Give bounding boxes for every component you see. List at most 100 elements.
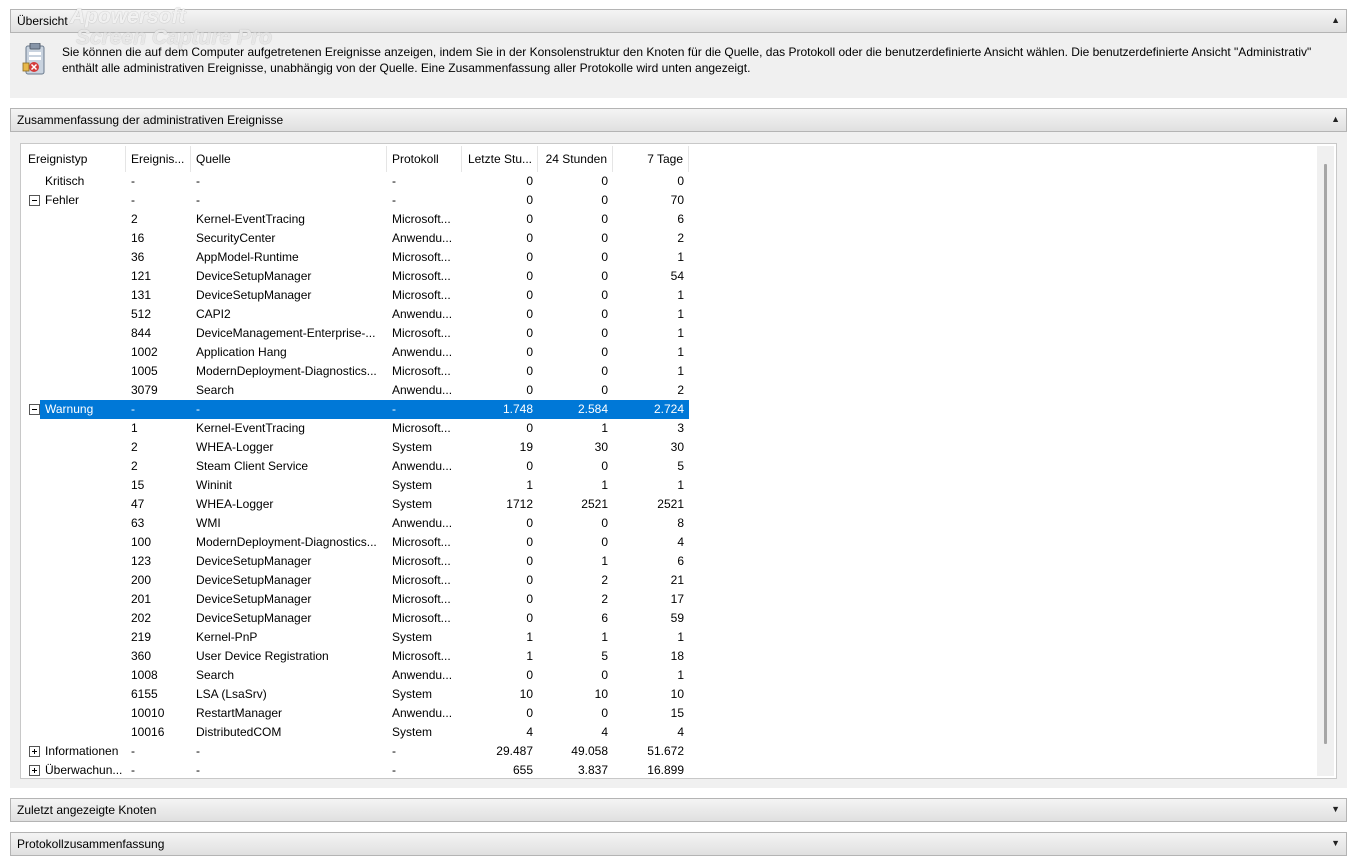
table-row[interactable]: 100 ModernDeployment-Diagnostics... Micros… xyxy=(23,533,689,552)
cell-id: 219 xyxy=(131,630,152,644)
cell-source: - xyxy=(196,402,200,416)
table-row[interactable]: 1005 ModernDeployment-Diagnostics... Micro… xyxy=(23,362,689,381)
column-header-ereignistyp[interactable]: Ereignistyp xyxy=(23,146,126,172)
cell-log: Anwendu... xyxy=(392,516,453,530)
cell-day: 0 xyxy=(601,326,608,340)
column-header-quelle[interactable]: Quelle xyxy=(191,146,387,172)
table-row[interactable]: Überwachun... - - -655 3.837 16.899 xyxy=(23,761,689,780)
cell-day: 0 xyxy=(601,516,608,530)
cell-source: Search xyxy=(196,668,235,682)
cell-day: 2.584 xyxy=(577,402,608,416)
summary-section-header[interactable]: Zusammenfassung der administrativen Erei… xyxy=(10,108,1347,132)
table-row[interactable]: 201 DeviceSetupManager Microsoft... 0 2 17 xyxy=(23,590,689,609)
cell-id: 100 xyxy=(131,535,152,549)
column-header-protokoll[interactable]: Protokoll xyxy=(387,146,462,172)
table-row[interactable]: 10016 DistributedCOM System 4 4 4 xyxy=(23,723,689,742)
cell-week: 2521 xyxy=(657,497,684,511)
column-header-ereignis-id[interactable]: Ereignis... xyxy=(126,146,191,172)
cell-id: 10010 xyxy=(131,706,165,720)
cell-week: 1 xyxy=(677,668,684,682)
cell-id: 6155 xyxy=(131,687,158,701)
log-summary-section-header[interactable]: Protokollzusammenfassung ▼ xyxy=(10,832,1347,856)
chevron-down-icon[interactable]: ▼ xyxy=(1331,804,1340,814)
table-row[interactable]: 512 CAPI2 Anwendu... 0 0 1 xyxy=(23,305,689,324)
cell-week: 2 xyxy=(677,383,684,397)
cell-id: - xyxy=(131,174,135,188)
table-row[interactable]: Kritisch - - - 0 0 0 xyxy=(23,172,689,191)
cell-week: 4 xyxy=(677,725,684,739)
cell-source: LSA (LsaSrv) xyxy=(196,687,267,701)
cell-id: 201 xyxy=(131,592,152,606)
cell-log: - xyxy=(392,744,396,758)
table-row[interactable]: 36 AppModel-Runtime Microsoft... 0 0 1 xyxy=(23,248,689,267)
cell-hour: 1 xyxy=(526,478,533,492)
table-row[interactable]: Warnung - - - 1.748 2.584 2.724 xyxy=(29,400,689,419)
table-row[interactable]: 3079 Search Anwendu... 0 0 2 xyxy=(23,381,689,400)
cell-hour: 0 xyxy=(526,174,533,188)
table-row[interactable]: 121 DeviceSetupManager Microsoft... 0 0 54 xyxy=(23,267,689,286)
table-row[interactable]: 202 DeviceSetupManager Microsoft... 0 6 59 xyxy=(23,609,689,628)
chevron-down-icon[interactable]: ▼ xyxy=(1331,838,1340,848)
cell-ereignistyp xyxy=(40,362,126,381)
cell-hour: 10 xyxy=(519,687,533,701)
cell-source: Search xyxy=(196,383,235,397)
table-row[interactable]: 844 DeviceManagement-Enterprise-... Micros… xyxy=(23,324,689,343)
table-row[interactable]: 10010 RestartManager Anwendu... 0 0 15 xyxy=(23,704,689,723)
cell-week: 4 xyxy=(677,535,684,549)
cell-day: 1 xyxy=(601,630,608,644)
scrollbar-thumb[interactable] xyxy=(1324,164,1327,744)
table-row[interactable]: 2 Steam Client Service Anwendu... 0 0 5 xyxy=(23,457,689,476)
table-row[interactable]: 219 Kernel-PnP System 1 1 1 xyxy=(23,628,689,647)
cell-log: - xyxy=(392,193,396,207)
table-row[interactable]: 6155 LSA (LsaSrv) System 10 10 10 xyxy=(23,685,689,704)
table-row[interactable]: 200 DeviceSetupManager Microsoft... 0 2 21 xyxy=(23,571,689,590)
recent-nodes-section-header[interactable]: Zuletzt angezeigte Knoten ▼ xyxy=(10,798,1347,822)
chevron-up-icon[interactable]: ▲ xyxy=(1331,15,1340,25)
collapse-minus-icon[interactable] xyxy=(29,404,40,415)
cell-week: 1 xyxy=(677,307,684,321)
table-row[interactable]: Informationen - - -29.487 49.058 51.672 xyxy=(23,742,689,761)
cell-log: Microsoft... xyxy=(392,573,451,587)
table-row[interactable]: 2 WHEA-Logger System 19 30 30 xyxy=(23,438,689,457)
cell-hour: 0 xyxy=(526,193,533,207)
cell-hour: 0 xyxy=(526,231,533,245)
column-header-24-stunden[interactable]: 24 Stunden xyxy=(538,146,613,172)
cell-id: 1002 xyxy=(131,345,158,359)
cell-id: 10016 xyxy=(131,725,165,739)
table-row[interactable]: 1002 Application Hang Anwendu... 0 0 1 xyxy=(23,343,689,362)
table-row[interactable]: 360 User Device Registration Microsoft... 1… xyxy=(23,647,689,666)
table-row[interactable]: 16 SecurityCenter Anwendu... 0 0 2 xyxy=(23,229,689,248)
table-row[interactable]: Fehler - - - 0 0 70 xyxy=(23,191,689,210)
cell-day: 0 xyxy=(601,345,608,359)
chevron-up-icon[interactable]: ▲ xyxy=(1331,114,1340,124)
collapse-minus-icon[interactable] xyxy=(29,195,40,206)
vertical-scrollbar[interactable] xyxy=(1317,146,1334,776)
table-row[interactable]: 1008 Search Anwendu... 0 0 1 xyxy=(23,666,689,685)
table-row[interactable]: 131 DeviceSetupManager Microsoft... 0 0 1 xyxy=(23,286,689,305)
table-row[interactable]: 2 Kernel-EventTracing Microsoft... 0 0 6 xyxy=(23,210,689,229)
column-header-letzte-stunde[interactable]: Letzte Stu... xyxy=(462,146,538,172)
expand-plus-icon[interactable] xyxy=(29,746,40,757)
overview-section-header[interactable]: Übersicht ▲ xyxy=(10,9,1347,33)
table-row[interactable]: 47 WHEA-Logger System 1712 2521 2521 xyxy=(23,495,689,514)
cell-day: 5 xyxy=(601,649,608,663)
table-row[interactable]: 123 DeviceSetupManager Microsoft... 0 1 6 xyxy=(23,552,689,571)
table-row[interactable]: 63 WMI Anwendu... 0 0 8 xyxy=(23,514,689,533)
cell-source: CAPI2 xyxy=(196,307,231,321)
cell-id: 63 xyxy=(131,516,145,530)
expand-plus-icon[interactable] xyxy=(29,765,40,776)
cell-day: 0 xyxy=(601,212,608,226)
cell-ereignistyp xyxy=(40,666,126,685)
cell-ereignistyp xyxy=(40,704,126,723)
column-header-7-tage[interactable]: 7 Tage xyxy=(613,146,689,172)
cell-week: 15 xyxy=(670,706,684,720)
cell-id: 360 xyxy=(131,649,152,663)
cell-week: 16.899 xyxy=(647,763,684,777)
cell-week: 1 xyxy=(677,288,684,302)
cell-source: SecurityCenter xyxy=(196,231,276,245)
cell-hour: 4 xyxy=(526,725,533,739)
cell-log: Microsoft... xyxy=(392,364,451,378)
cell-id: 121 xyxy=(131,269,152,283)
table-row[interactable]: 1 Kernel-EventTracing Microsoft... 0 1 3 xyxy=(23,419,689,438)
table-row[interactable]: 15 Wininit System 1 1 1 xyxy=(23,476,689,495)
